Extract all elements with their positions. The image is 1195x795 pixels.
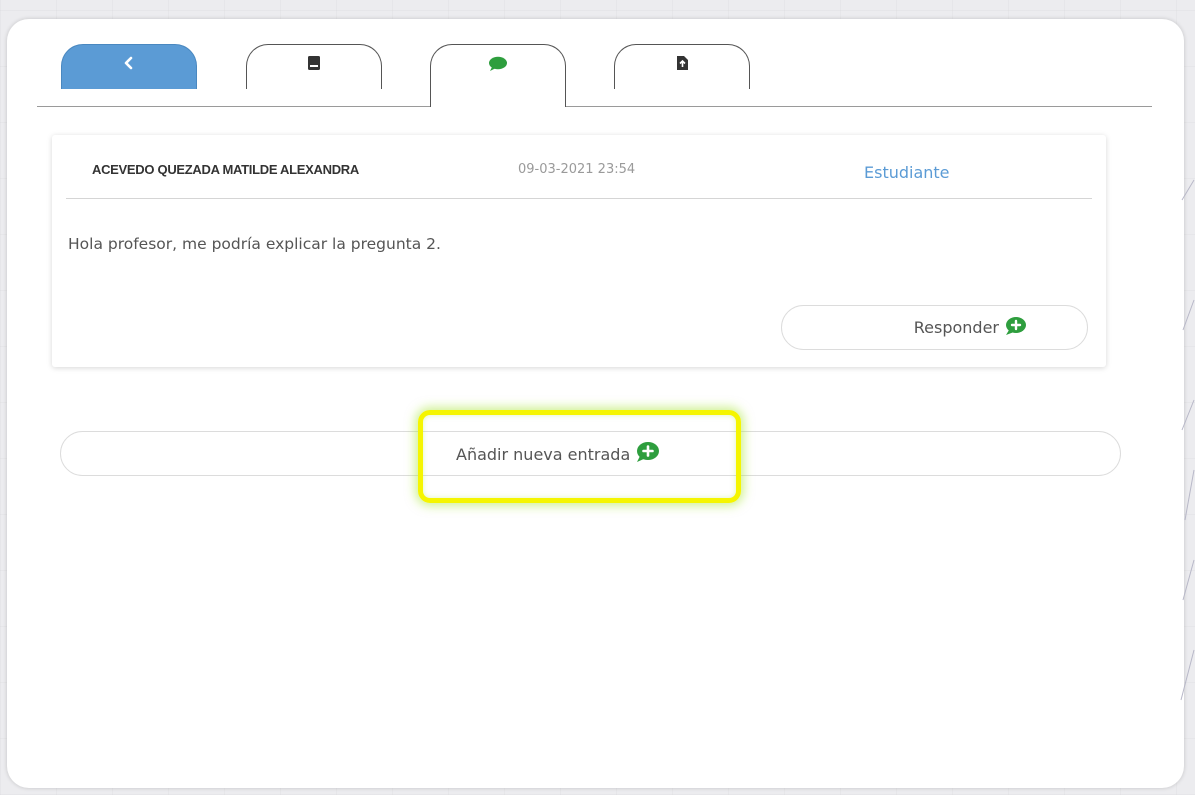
forum-panel: ACEVEDO QUEZADA MATILDE ALEXANDRA 09-03-… bbox=[7, 19, 1184, 788]
message-header: ACEVEDO QUEZADA MATILDE ALEXANDRA 09-03-… bbox=[66, 135, 1092, 199]
chevron-left-icon bbox=[122, 56, 136, 70]
message-body: Hola profesor, me podría explicar la pre… bbox=[68, 235, 441, 253]
add-entry-button[interactable]: Añadir nueva entrada bbox=[60, 431, 1121, 476]
author-role: Estudiante bbox=[864, 163, 950, 182]
reply-button-label: Responder bbox=[913, 318, 999, 337]
message-timestamp: 09-03-2021 23:54 bbox=[518, 162, 636, 177]
add-entry-label: Añadir nueva entrada bbox=[456, 444, 631, 464]
tab-back[interactable] bbox=[61, 44, 197, 89]
tab-comments[interactable] bbox=[430, 44, 566, 107]
background-decoration bbox=[1180, 179, 1195, 701]
add-entry-content: Añadir nueva entrada bbox=[456, 441, 660, 467]
comment-add-icon bbox=[1003, 316, 1027, 340]
tab-document[interactable] bbox=[614, 44, 750, 89]
book-icon bbox=[307, 55, 321, 71]
message-card: ACEVEDO QUEZADA MATILDE ALEXANDRA 09-03-… bbox=[52, 135, 1106, 367]
reply-button[interactable]: Responder bbox=[781, 305, 1088, 350]
file-upload-icon bbox=[676, 55, 689, 71]
tab-book[interactable] bbox=[246, 44, 382, 89]
speech-bubble-icon bbox=[488, 56, 508, 72]
author-name: ACEVEDO QUEZADA MATILDE ALEXANDRA bbox=[92, 162, 359, 177]
tabs-divider bbox=[37, 106, 1152, 107]
comment-add-icon bbox=[634, 441, 660, 467]
